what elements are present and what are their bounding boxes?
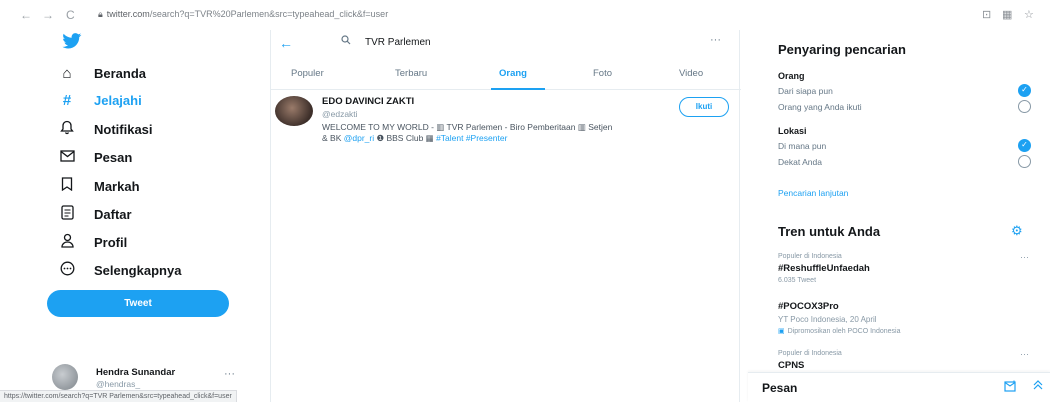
profile-handle: @hendras_ [96,379,141,389]
more-circle-icon [56,261,78,280]
sidebar-item-label: Jelajahi [94,92,142,108]
sidebar-item-label: Beranda [94,65,147,81]
extensions-icon[interactable]: ▦ [1002,8,1012,21]
list-icon [56,204,78,224]
bookmark-icon [56,177,78,195]
sidebar-item-selengkapnya[interactable]: Selengkapnya [56,259,181,281]
sidebar-item-label: Profil [94,234,128,250]
browser-back-button[interactable]: ← [20,8,32,22]
advanced-search-link[interactable]: Pencarian lanjutan [778,188,848,198]
sidebar-item-label: Pesan [94,149,133,165]
tab-orang[interactable]: Orang [499,68,527,79]
back-arrow-icon[interactable]: ← [279,35,293,51]
bell-icon [56,120,78,139]
tab-terbaru[interactable]: Terbaru [395,68,427,79]
avatar [52,364,78,390]
search-tabs: Populer Terbaru Orang Foto Video [271,64,741,90]
active-tab-indicator [491,88,545,90]
more-icon[interactable]: ··· [710,34,721,46]
hashtag-icon: # [62,91,72,109]
promoted-label: ▣ Dipromosikan oleh POCO Indonesia [778,327,900,335]
mention-link[interactable]: @dpr_ri [344,133,374,143]
promoted-icon: ▣ [778,328,785,335]
filter-near-option[interactable]: Dekat Anda [778,157,822,167]
bio-line-2-mid: ❶ BBS Club ▦ [374,133,437,143]
promoted-text: Dipromosikan oleh POCO Indonesia [787,328,901,335]
more-icon[interactable]: ··· [1020,252,1029,262]
filter-following-radio[interactable] [1018,100,1031,113]
home-icon: ⌂ [62,64,72,82]
user-name[interactable]: EDO DAVINCI ZAKTI [322,96,414,107]
address-bar[interactable]: 🔒︎ twitter.com/search?q=TVR%20Parlemen&sr… [98,9,388,20]
settings-gear-icon[interactable]: ⚙ [1011,223,1023,239]
search-icon [341,35,351,48]
sidebar-item-jelajahi[interactable]: # Jelajahi [56,89,142,111]
more-icon[interactable]: ··· [1020,349,1029,359]
browser-toolbar: ← → C 🔒︎ twitter.com/search?q=TVR%20Parle… [0,0,1050,30]
trend-name[interactable]: #ReshuffleUnfaedah [778,263,870,274]
profile-icon [56,233,78,252]
zoom-icon[interactable]: ⊡ [982,8,991,21]
search-query: TVR Parlemen [365,37,431,48]
new-message-icon[interactable] [1004,380,1017,395]
trend-context: Populer di Indonesia [778,253,842,260]
search-input[interactable]: TVR Parlemen [319,33,711,53]
browser-reload-button[interactable]: C [66,8,75,22]
status-bar-url: https://twitter.com/search?q=TVR Parleme… [0,390,237,402]
filters-title: Penyaring pencarian [778,42,906,57]
search-results-column: ← TVR Parlemen ··· Populer Terbaru Orang… [270,30,741,402]
filter-location-label: Lokasi [778,126,807,136]
sidebar-item-daftar[interactable]: Daftar [56,203,132,225]
tweet-button[interactable]: Tweet [47,290,229,317]
sidebar-item-beranda[interactable]: ⌂ Beranda [56,62,146,84]
trend-description: YT Poco Indonesia, 20 April [778,315,877,324]
avatar[interactable] [275,96,313,126]
sidebar-item-label: Notifikasi [94,121,153,137]
tab-foto[interactable]: Foto [593,68,612,79]
filter-anyone-option[interactable]: Dari siapa pun [778,86,833,96]
profile-name: Hendra Sunandar [96,367,176,378]
filter-following-option[interactable]: Orang yang Anda ikuti [778,102,862,112]
trends-title: Tren untuk Anda [778,224,881,239]
list-item[interactable]: EDO DAVINCI ZAKTI @edzakti WELCOME TO MY… [271,92,741,152]
tab-video[interactable]: Video [679,68,703,79]
sidebar-item-label: Daftar [94,206,132,222]
url-domain: twitter.com [106,9,150,19]
hashtag-links[interactable]: #Talent #Presenter [436,133,507,143]
url-path: /search?q=TVR%20Parlemen&src=typeahead_c… [149,9,389,19]
sidebar-item-label: Selengkapnya [94,262,182,278]
trend-count: 6.035 Tweet [778,277,817,284]
filter-near-radio[interactable] [1018,155,1031,168]
lock-icon: 🔒︎ [98,9,103,19]
user-bio: WELCOME TO MY WORLD - ▥ TVR Parlemen - B… [322,122,732,144]
filter-anyone-radio[interactable]: ✓ [1018,84,1031,97]
twitter-bird-icon[interactable] [62,33,82,49]
star-icon[interactable]: ☆ [1024,8,1034,21]
sidebar-item-markah[interactable]: Markah [56,175,140,197]
browser-forward-button[interactable]: → [42,8,54,22]
sidebar-item-label: Markah [94,178,140,194]
follow-button[interactable]: Ikuti [679,97,729,117]
filter-people-label: Orang [778,71,805,81]
messages-drawer[interactable]: Pesan [748,372,1050,402]
sidebar-item-notifikasi[interactable]: Notifikasi [56,118,153,140]
sidebar-item-pesan[interactable]: Pesan [56,146,132,168]
user-handle: @edzakti [322,109,358,119]
tab-populer[interactable]: Populer [291,68,324,79]
more-icon[interactable]: ··· [224,368,235,380]
envelope-icon [56,149,78,166]
sidebar-item-profil[interactable]: Profil [56,231,127,253]
filter-anywhere-option[interactable]: Di mana pun [778,141,826,151]
trend-context: Populer di Indonesia [778,350,842,357]
filter-anywhere-radio[interactable]: ✓ [1018,139,1031,152]
trend-name[interactable]: CPNS [778,360,804,371]
bio-line-1: WELCOME TO MY WORLD - ▥ TVR Parlemen - B… [322,122,613,132]
messages-title: Pesan [762,381,798,395]
bio-line-2-start: & BK [322,133,344,143]
trend-name[interactable]: #POCOX3Pro [778,301,839,312]
collapse-chevron-icon[interactable] [1032,379,1044,394]
